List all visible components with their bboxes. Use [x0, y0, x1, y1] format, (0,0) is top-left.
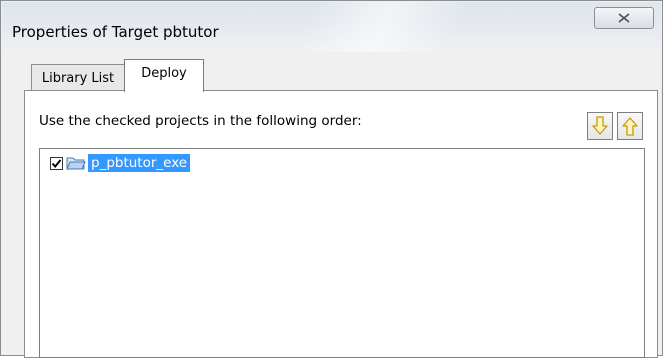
tab-library-list[interactable]: Library List [31, 64, 125, 91]
projects-list[interactable]: p_pbtutor_exe [39, 148, 645, 358]
instruction-label: Use the checked projects in the followin… [39, 113, 362, 129]
move-up-button[interactable] [617, 112, 643, 140]
check-icon [51, 158, 62, 168]
close-button[interactable] [594, 7, 654, 29]
close-icon [618, 13, 630, 23]
move-down-button[interactable] [587, 112, 613, 140]
properties-dialog: Properties of Target pbtutor Library Lis… [0, 0, 663, 358]
arrow-down-icon [592, 116, 608, 135]
tab-label: Library List [41, 70, 115, 86]
deploy-panel: Use the checked projects in the followin… [24, 90, 658, 358]
arrow-up-icon [622, 117, 638, 136]
tab-deploy[interactable]: Deploy [124, 59, 204, 92]
folder-icon [66, 157, 86, 170]
window-title: Properties of Target pbtutor [12, 23, 219, 41]
project-label: p_pbtutor_exe [88, 154, 191, 172]
project-checkbox[interactable] [50, 156, 63, 170]
dialog-body: Library List Deploy Use the checked proj… [2, 52, 661, 358]
title-bar[interactable]: Properties of Target pbtutor [2, 2, 661, 52]
tab-label: Deploy [141, 65, 187, 81]
list-item[interactable]: p_pbtutor_exe [50, 153, 191, 173]
